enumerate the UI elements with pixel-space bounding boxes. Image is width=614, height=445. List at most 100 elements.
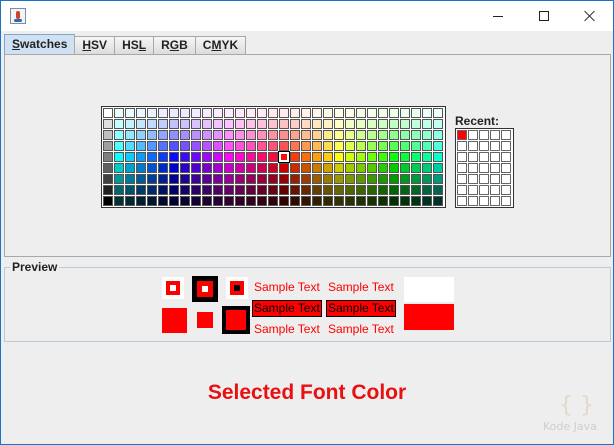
recent-swatch-cell[interactable] <box>457 196 467 206</box>
swatch-cell[interactable] <box>290 141 300 151</box>
swatch-cell[interactable] <box>312 119 322 129</box>
swatch-cell[interactable] <box>136 152 146 162</box>
swatch-cell[interactable] <box>323 119 333 129</box>
swatch-cell[interactable] <box>169 141 179 151</box>
recent-swatch-cell[interactable] <box>479 196 489 206</box>
swatch-cell[interactable] <box>422 119 432 129</box>
recent-swatch-cell[interactable] <box>479 174 489 184</box>
swatch-cell[interactable] <box>180 130 190 140</box>
tab-cmyk[interactable]: CMYK <box>194 36 247 54</box>
swatch-cell[interactable] <box>345 174 355 184</box>
swatch-cell[interactable] <box>180 119 190 129</box>
recent-swatch-cell[interactable] <box>501 185 511 195</box>
swatch-cell[interactable] <box>312 152 322 162</box>
swatch-cell[interactable] <box>279 185 289 195</box>
swatch-cell[interactable] <box>312 185 322 195</box>
swatch-cell[interactable] <box>246 130 256 140</box>
swatch-cell[interactable] <box>224 196 234 206</box>
swatch-cell[interactable] <box>257 141 267 151</box>
swatch-cell[interactable] <box>202 185 212 195</box>
swatch-cell[interactable] <box>279 174 289 184</box>
swatch-cell[interactable] <box>114 119 124 129</box>
swatch-cell[interactable] <box>235 119 245 129</box>
swatch-cell[interactable] <box>257 119 267 129</box>
swatch-cell[interactable] <box>367 174 377 184</box>
swatch-cell[interactable] <box>290 108 300 118</box>
swatch-cell[interactable] <box>411 174 421 184</box>
recent-swatch-cell[interactable] <box>501 196 511 206</box>
swatch-cell[interactable] <box>147 141 157 151</box>
swatch-cell[interactable] <box>400 196 410 206</box>
swatch-cell[interactable] <box>103 185 113 195</box>
recent-swatch-cell[interactable] <box>457 174 467 184</box>
swatch-cell[interactable] <box>356 152 366 162</box>
swatch-cell[interactable] <box>202 152 212 162</box>
swatch-cell[interactable] <box>246 196 256 206</box>
swatch-cell[interactable] <box>246 163 256 173</box>
swatch-cell[interactable] <box>356 141 366 151</box>
swatch-cell[interactable] <box>169 108 179 118</box>
recent-swatch-cell[interactable] <box>490 174 500 184</box>
swatch-cell[interactable] <box>400 152 410 162</box>
recent-swatch-cell[interactable] <box>501 163 511 173</box>
swatch-cell[interactable] <box>356 119 366 129</box>
swatch-cell[interactable] <box>125 152 135 162</box>
swatch-cell[interactable] <box>301 174 311 184</box>
swatch-cell[interactable] <box>378 141 388 151</box>
swatch-cell[interactable] <box>169 163 179 173</box>
swatch-cell[interactable] <box>147 174 157 184</box>
swatch-cell[interactable] <box>433 152 443 162</box>
swatch-cell[interactable] <box>103 152 113 162</box>
swatch-cell[interactable] <box>268 185 278 195</box>
swatch-cell[interactable] <box>400 130 410 140</box>
swatch-cell[interactable] <box>147 152 157 162</box>
recent-swatch-cell[interactable] <box>468 174 478 184</box>
swatch-cell[interactable] <box>411 163 421 173</box>
swatch-cell[interactable] <box>114 130 124 140</box>
swatch-cell[interactable] <box>323 196 333 206</box>
swatch-cell[interactable] <box>389 108 399 118</box>
swatch-cell[interactable] <box>411 185 421 195</box>
recent-swatch-cell[interactable] <box>479 141 489 151</box>
recent-swatch-cell[interactable] <box>468 152 478 162</box>
swatch-cell[interactable] <box>268 119 278 129</box>
swatch-cell[interactable] <box>202 141 212 151</box>
swatch-cell[interactable] <box>422 163 432 173</box>
swatch-cell[interactable] <box>125 141 135 151</box>
swatch-cell[interactable] <box>125 185 135 195</box>
swatch-cell[interactable] <box>312 108 322 118</box>
swatch-cell[interactable] <box>323 130 333 140</box>
swatch-cell[interactable] <box>400 163 410 173</box>
swatch-cell[interactable] <box>400 141 410 151</box>
swatch-cell[interactable] <box>125 130 135 140</box>
swatch-cell[interactable] <box>169 119 179 129</box>
swatch-cell[interactable] <box>400 185 410 195</box>
swatch-cell[interactable] <box>202 196 212 206</box>
swatch-cell[interactable] <box>301 119 311 129</box>
swatch-cell[interactable] <box>114 152 124 162</box>
recent-swatch-cell[interactable] <box>490 152 500 162</box>
swatch-cell[interactable] <box>224 163 234 173</box>
close-button[interactable] <box>567 1 613 31</box>
tab-hsv[interactable]: HSV <box>74 36 116 54</box>
swatch-cell[interactable] <box>433 119 443 129</box>
swatch-cell[interactable] <box>378 185 388 195</box>
swatch-cell[interactable] <box>136 174 146 184</box>
swatch-cell[interactable] <box>125 119 135 129</box>
swatch-cell[interactable] <box>323 163 333 173</box>
swatch-cell[interactable] <box>422 108 432 118</box>
swatch-cell[interactable] <box>103 119 113 129</box>
swatch-cell[interactable] <box>224 174 234 184</box>
swatch-cell[interactable] <box>378 152 388 162</box>
swatch-cell[interactable] <box>323 108 333 118</box>
swatch-cell[interactable] <box>257 163 267 173</box>
swatch-cell[interactable] <box>147 185 157 195</box>
swatch-cell[interactable] <box>334 152 344 162</box>
swatch-cell[interactable] <box>334 163 344 173</box>
swatch-cell[interactable] <box>191 152 201 162</box>
recent-swatch-cell[interactable] <box>479 152 489 162</box>
swatch-cell[interactable] <box>169 185 179 195</box>
swatch-cell[interactable] <box>191 174 201 184</box>
swatch-cell[interactable] <box>422 185 432 195</box>
swatch-cell[interactable] <box>433 108 443 118</box>
